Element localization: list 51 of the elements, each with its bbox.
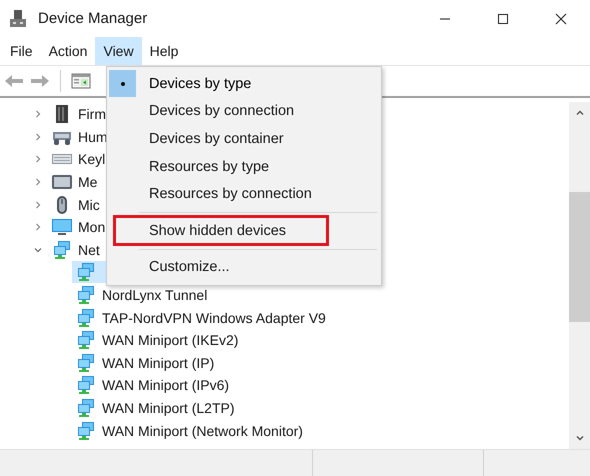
expand-chevron-icon[interactable] (33, 109, 43, 120)
window-title: Device Manager (38, 10, 148, 27)
network-adapter-icon (76, 308, 96, 328)
network-adapter-icon (76, 330, 96, 350)
tree-item[interactable]: WAN Miniport (L2TP) (72, 397, 239, 420)
tree-item[interactable]: Mic (78, 196, 100, 213)
tree-item[interactable]: Firm (78, 106, 106, 122)
menu-item[interactable]: Devices by type (149, 76, 252, 92)
tree-item[interactable]: WAN Miniport (Network Monitor) (72, 420, 307, 442)
tree-item[interactable]: Hum (78, 128, 108, 145)
menu-item[interactable]: View (95, 37, 142, 65)
network-adapter-icon (76, 262, 96, 282)
menu-item[interactable]: File (2, 37, 41, 65)
expand-chevron-icon[interactable] (33, 154, 43, 164)
menu-item[interactable]: Resources by connection (149, 186, 312, 202)
menu-item[interactable]: Resources by type (149, 158, 270, 175)
radio-mark (109, 70, 136, 98)
menu-item[interactable]: Devices by container (149, 130, 284, 147)
tree-item[interactable]: WAN Miniport (IP) (72, 352, 218, 374)
network-adapter-icon (76, 420, 96, 441)
forward-arrow-icon[interactable] (30, 73, 50, 89)
properties-icon[interactable] (71, 73, 91, 89)
tree-item[interactable]: NordLynx Tunnel (72, 284, 212, 306)
expand-chevron-icon[interactable] (33, 200, 43, 210)
tree-item[interactable]: Me (78, 174, 98, 190)
network-adapter-icon (76, 375, 96, 396)
expand-chevron-icon[interactable] (33, 222, 43, 232)
network-adapter-icon (76, 285, 96, 306)
tree-item[interactable]: Keyl (78, 151, 106, 168)
scroll-down-icon[interactable] (574, 433, 584, 443)
app-icon (8, 8, 28, 28)
network-adapter-icon (76, 398, 96, 418)
menu-item[interactable]: Show hidden devices (116, 218, 326, 244)
back-arrow-icon[interactable] (4, 73, 24, 89)
menu-item[interactable]: Help (142, 37, 186, 65)
tree-item[interactable]: WAN Miniport (IKEv2) (72, 329, 242, 352)
expand-chevron-icon[interactable] (33, 177, 43, 188)
tree-item[interactable]: Mon (78, 219, 106, 236)
tree-item[interactable]: TAP-NordVPN Windows Adapter V9 (72, 306, 330, 329)
menu-item[interactable]: Action (40, 37, 96, 65)
tree-item[interactable]: WAN Miniport (IPv6) (72, 374, 234, 396)
network-adapter-icon (76, 352, 96, 373)
menu-item[interactable]: Customize... (149, 259, 230, 276)
scrollbar-thumb[interactable] (569, 192, 590, 322)
network-adapter-icon (52, 240, 72, 260)
monitor-icon (52, 217, 72, 238)
close-icon (555, 12, 567, 24)
expand-chevron-icon[interactable] (33, 132, 43, 142)
menu-item[interactable]: Devices by connection (149, 103, 294, 120)
tree-item[interactable]: Net (78, 242, 100, 258)
maximize-icon (497, 12, 509, 24)
